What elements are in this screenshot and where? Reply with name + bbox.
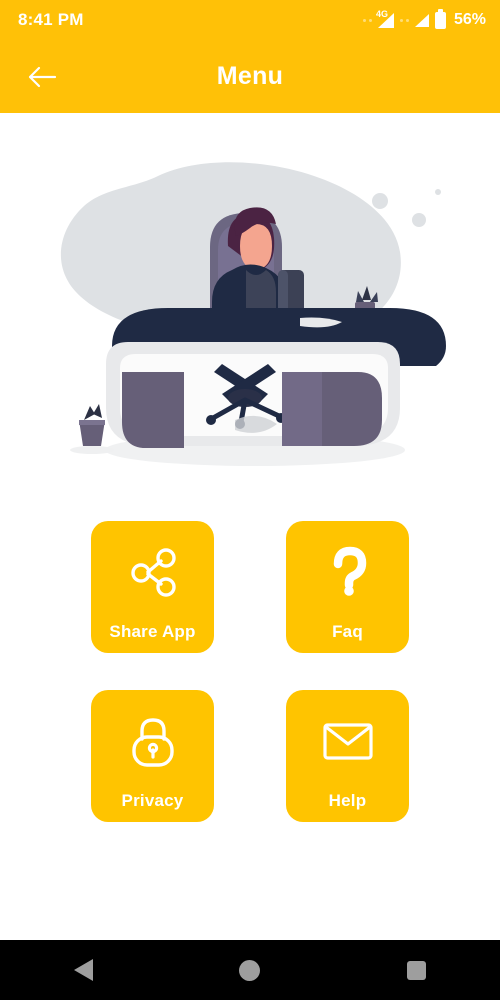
page-title: Menu	[216, 62, 284, 90]
menu-tile-label: Share App	[109, 622, 196, 641]
battery-percent-label: 56%	[453, 11, 486, 28]
square-recents-icon	[407, 960, 427, 980]
status-bar-indicators: 4G 56%	[362, 8, 486, 29]
desk-panel-left	[122, 372, 184, 448]
menu-tile-privacy[interactable]: Privacy	[91, 690, 214, 822]
battery-icon	[434, 8, 446, 29]
nav-recents-button[interactable]	[372, 940, 462, 1000]
menu-tile-share-app[interactable]: Share App	[91, 521, 214, 653]
menu-grid: Share App Faq Privacy Help	[91, 521, 409, 822]
android-navigation-bar	[0, 940, 500, 1000]
signal-icon	[414, 13, 429, 27]
status-bar: 8:41 PM 4G 56%	[0, 0, 500, 40]
arrow-left-icon	[28, 66, 57, 87]
status-dots-right-icon	[399, 18, 409, 22]
menu-tile-label: Privacy	[121, 791, 184, 810]
app-bar: Menu	[0, 40, 500, 113]
menu-tile-label: Faq	[332, 622, 363, 641]
menu-tile-faq[interactable]: Faq	[286, 521, 409, 653]
menu-tile-help[interactable]: Help	[286, 690, 409, 822]
envelope-icon	[286, 690, 409, 792]
person-at-desk-illustration	[60, 162, 446, 466]
network-type-label: 4G	[375, 8, 388, 19]
content-area: Share App Faq Privacy Help	[0, 113, 500, 940]
circle-home-icon	[239, 959, 261, 981]
menu-tile-label: Help	[328, 791, 367, 810]
status-dots-left-icon	[362, 18, 372, 22]
nav-home-button[interactable]	[205, 940, 295, 1000]
triangle-back-icon	[73, 959, 93, 981]
nav-back-button[interactable]	[38, 940, 128, 1000]
menu-row: Privacy Help	[91, 690, 409, 822]
lock-icon	[91, 690, 214, 792]
question-mark-icon	[286, 521, 409, 623]
signal-4g-icon: 4G	[375, 8, 394, 28]
share-icon	[91, 521, 214, 623]
menu-row: Share App Faq	[91, 521, 409, 653]
status-bar-clock: 8:41 PM	[18, 10, 84, 29]
back-button[interactable]	[14, 49, 70, 105]
